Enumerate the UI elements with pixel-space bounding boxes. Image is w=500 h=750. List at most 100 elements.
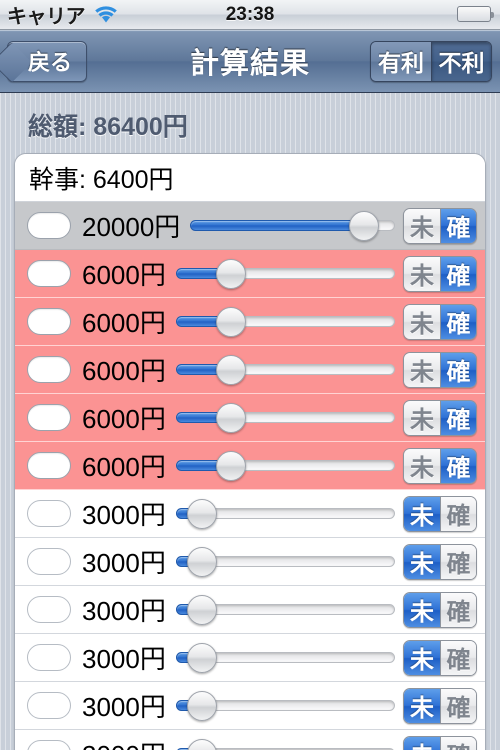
segment-paid[interactable]: 確 xyxy=(440,592,476,627)
segment-paid[interactable]: 確 xyxy=(440,448,476,483)
slider-knob[interactable] xyxy=(215,258,246,289)
segment-paid-label: 確 xyxy=(447,737,471,750)
segment-unpaid-label: 未 xyxy=(410,263,434,290)
payment-status-segmented-control[interactable]: 未確 xyxy=(403,399,477,436)
table-row[interactable]: 3000円 未確 xyxy=(15,634,485,682)
select-checkbox[interactable] xyxy=(27,500,71,527)
segment-paid-label: 確 xyxy=(446,311,471,338)
segment-paid[interactable]: 確 xyxy=(440,640,476,675)
segment-paid[interactable]: 確 xyxy=(440,400,476,435)
amount-slider[interactable] xyxy=(175,402,395,433)
payment-status-segmented-control[interactable]: 未確 xyxy=(403,687,477,724)
table-row[interactable]: 6000円 未確 xyxy=(15,298,485,346)
segment-unpaid[interactable]: 未 xyxy=(404,256,440,291)
slider-knob[interactable] xyxy=(187,546,218,577)
organizer-label: 幹事: 6400円 xyxy=(29,165,174,194)
table-row[interactable]: 3000円 未確 xyxy=(15,490,485,538)
segment-unpaid[interactable]: 未 xyxy=(404,544,440,579)
amount-slider[interactable] xyxy=(175,498,395,529)
payment-status-segmented-control[interactable]: 未確 xyxy=(403,735,477,750)
segment-paid[interactable]: 確 xyxy=(440,256,476,291)
segment-unpaid[interactable]: 未 xyxy=(404,304,440,339)
segment-unpaid[interactable]: 未 xyxy=(404,736,440,750)
back-button[interactable]: 戻る xyxy=(7,40,88,82)
select-checkbox[interactable] xyxy=(27,596,71,623)
segment-paid[interactable]: 確 xyxy=(440,304,476,339)
organizer-row[interactable]: 幹事: 6400円 xyxy=(15,154,485,202)
select-checkbox[interactable] xyxy=(27,692,71,719)
slider-knob[interactable] xyxy=(215,450,246,481)
table-row[interactable]: 20000円 未確 xyxy=(15,202,485,250)
table-row[interactable]: 6000円 未確 xyxy=(15,250,485,298)
slider-knob[interactable] xyxy=(187,642,218,673)
select-checkbox[interactable] xyxy=(27,452,71,479)
select-checkbox[interactable] xyxy=(27,260,71,287)
select-checkbox[interactable] xyxy=(27,548,71,575)
sort-segmented-control[interactable]: 有利 不利 xyxy=(370,40,492,82)
amount-slider[interactable] xyxy=(175,642,395,673)
segment-unpaid-label: 未 xyxy=(410,359,434,386)
segment-paid[interactable]: 確 xyxy=(440,208,476,243)
segment-unpaid[interactable]: 未 xyxy=(404,448,440,483)
slider-knob[interactable] xyxy=(187,594,218,625)
payment-status-segmented-control[interactable]: 未確 xyxy=(403,303,477,340)
payment-status-segmented-control[interactable]: 未確 xyxy=(403,255,477,292)
slider-knob[interactable] xyxy=(187,738,218,750)
segment-unpaid-label: 未 xyxy=(410,647,434,674)
amount-slider[interactable] xyxy=(175,738,395,750)
slider-knob[interactable] xyxy=(215,354,246,385)
payment-status-segmented-control[interactable]: 未確 xyxy=(403,351,477,388)
segment-unpaid[interactable]: 未 xyxy=(404,400,440,435)
select-checkbox[interactable] xyxy=(27,356,71,383)
payment-status-segmented-control[interactable]: 未確 xyxy=(403,543,477,580)
slider-knob[interactable] xyxy=(349,210,380,241)
amount-slider[interactable] xyxy=(175,450,395,481)
segment-paid[interactable]: 確 xyxy=(440,544,476,579)
table-row[interactable]: 6000円 未確 xyxy=(15,442,485,490)
payment-status-segmented-control[interactable]: 未確 xyxy=(403,639,477,676)
segment-paid-label: 確 xyxy=(446,359,471,386)
amount-slider[interactable] xyxy=(190,210,395,241)
segment-paid[interactable]: 確 xyxy=(440,688,476,723)
amount-slider[interactable] xyxy=(175,354,395,385)
slider-knob[interactable] xyxy=(187,690,218,721)
table-row[interactable]: 3000円 未確 xyxy=(15,730,485,750)
table-row[interactable]: 3000円 未確 xyxy=(15,586,485,634)
select-checkbox[interactable] xyxy=(27,212,71,239)
slider-knob[interactable] xyxy=(215,402,246,433)
amount-slider[interactable] xyxy=(175,594,395,625)
payment-status-segmented-control[interactable]: 未確 xyxy=(403,591,477,628)
segment-unpaid[interactable]: 未 xyxy=(404,208,440,243)
table-row[interactable]: 3000円 未確 xyxy=(15,538,485,586)
select-checkbox[interactable] xyxy=(27,644,71,671)
table-row[interactable]: 3000円 未確 xyxy=(15,682,485,730)
amount-slider[interactable] xyxy=(175,306,395,337)
payment-status-segmented-control[interactable]: 未確 xyxy=(403,447,477,484)
table-row[interactable]: 6000円 未確 xyxy=(15,346,485,394)
segment-unpaid[interactable]: 未 xyxy=(404,592,440,627)
slider-knob[interactable] xyxy=(215,306,246,337)
segment-unpaid[interactable]: 未 xyxy=(404,640,440,675)
row-amount-label: 3000円 xyxy=(82,735,166,750)
segment-unpaid[interactable]: 未 xyxy=(404,688,440,723)
segment-paid-label: 確 xyxy=(446,455,471,482)
clock-label: 23:38 xyxy=(225,3,275,25)
payment-status-segmented-control[interactable]: 未確 xyxy=(403,207,477,244)
slider-knob[interactable] xyxy=(187,498,218,529)
row-amount-label: 3000円 xyxy=(82,500,166,530)
amount-slider[interactable] xyxy=(175,258,395,289)
select-checkbox[interactable] xyxy=(27,308,71,335)
segment-yuuri[interactable]: 有利 xyxy=(371,41,431,81)
amount-slider[interactable] xyxy=(175,546,395,577)
segment-paid[interactable]: 確 xyxy=(440,736,476,750)
select-checkbox[interactable] xyxy=(27,404,71,431)
amount-slider[interactable] xyxy=(175,690,395,721)
select-checkbox[interactable] xyxy=(27,740,71,750)
payment-status-segmented-control[interactable]: 未確 xyxy=(403,495,477,532)
segment-paid[interactable]: 確 xyxy=(440,352,476,387)
segment-unpaid[interactable]: 未 xyxy=(404,352,440,387)
segment-unpaid[interactable]: 未 xyxy=(404,496,440,531)
segment-furi[interactable]: 不利 xyxy=(431,41,491,81)
table-row[interactable]: 6000円 未確 xyxy=(15,394,485,442)
segment-paid[interactable]: 確 xyxy=(440,496,476,531)
